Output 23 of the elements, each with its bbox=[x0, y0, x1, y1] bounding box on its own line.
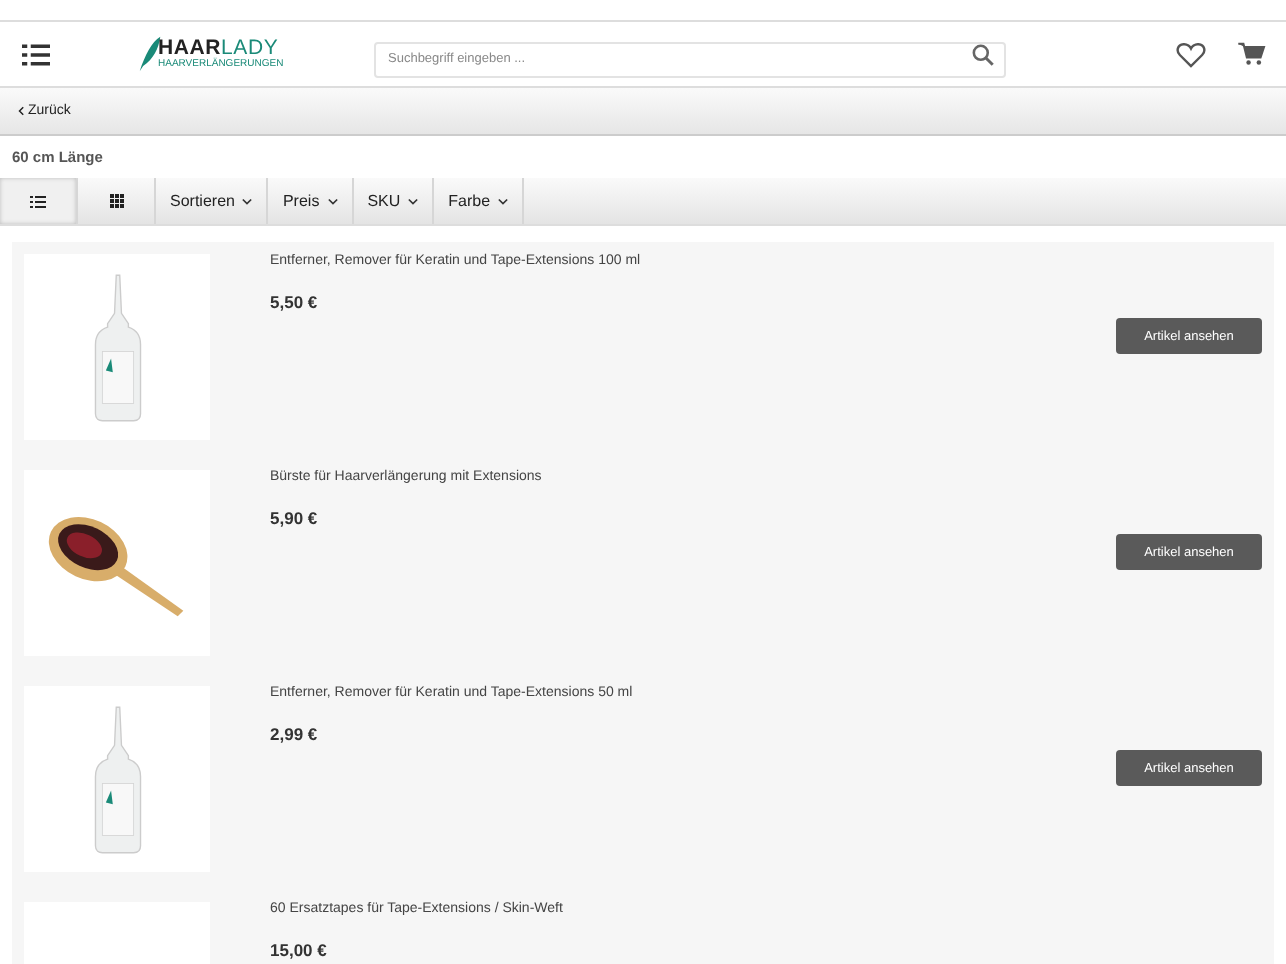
chevron-left-icon bbox=[18, 106, 24, 116]
cart-icon[interactable] bbox=[1238, 42, 1266, 66]
chevron-down-icon bbox=[242, 197, 253, 205]
chevron-down-icon bbox=[498, 197, 509, 205]
product-image[interactable] bbox=[24, 470, 210, 656]
product-price: 15,00 € bbox=[270, 940, 329, 960]
product-price: 2,99 € bbox=[270, 724, 320, 744]
feather-icon bbox=[138, 34, 162, 74]
product-price: 5,50 € bbox=[270, 292, 320, 312]
chevron-down-icon bbox=[408, 197, 419, 205]
product-price: 5,90 € bbox=[270, 508, 320, 528]
list-view-button[interactable] bbox=[0, 178, 78, 224]
filter-dropdown[interactable]: Farbe bbox=[434, 178, 525, 224]
search-icon[interactable] bbox=[972, 43, 994, 65]
menu-icon[interactable] bbox=[22, 43, 50, 65]
heart-icon[interactable] bbox=[1176, 41, 1206, 67]
filter-dropdown[interactable]: SKU bbox=[353, 178, 435, 224]
list-icon bbox=[30, 195, 46, 207]
filter-dropdown[interactable]: Preis bbox=[268, 178, 354, 224]
chevron-down-icon bbox=[327, 197, 338, 205]
grid-icon bbox=[109, 194, 123, 208]
filter-dropdown[interactable]: Sortieren bbox=[156, 178, 269, 224]
brand-name[interactable]: HAARLADY bbox=[158, 38, 284, 60]
